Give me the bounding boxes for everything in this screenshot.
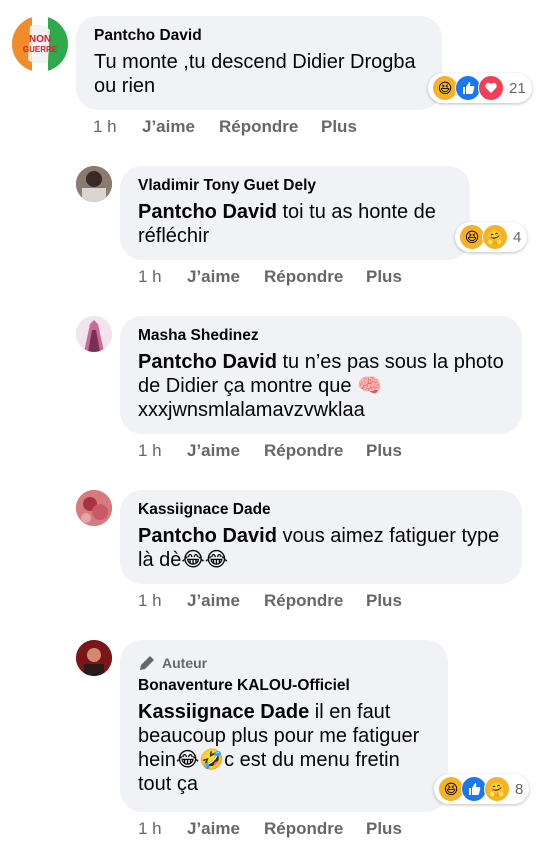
- avatar-image: [76, 166, 112, 202]
- love-icon: [478, 75, 504, 101]
- comment-author[interactable]: Masha Shedinez: [138, 326, 504, 346]
- reaction-count: 4: [513, 228, 522, 246]
- like-button[interactable]: J’aime: [187, 591, 264, 611]
- like-button[interactable]: J’aime: [187, 441, 264, 461]
- comment-text: Tu monte ,tu descend Didier Drogba ou ri…: [94, 51, 416, 97]
- comment-author[interactable]: Pantcho David: [94, 26, 424, 46]
- pencil-icon: [140, 656, 154, 670]
- comment-bubble: Pantcho David Tu monte ,tu descend Didie…: [76, 16, 442, 110]
- comment-time[interactable]: 1 h: [138, 591, 187, 611]
- avatar-image: [76, 316, 112, 352]
- more-button[interactable]: Plus: [366, 441, 402, 461]
- more-button[interactable]: Plus: [366, 591, 402, 611]
- comment-time[interactable]: 1 h: [138, 819, 187, 839]
- reply-button[interactable]: Répondre: [264, 819, 366, 839]
- avatar-label: NON: [28, 34, 52, 45]
- reaction-count: 21: [509, 79, 526, 97]
- mention-link[interactable]: Pantcho David: [138, 201, 277, 223]
- comment-actions: 1 h J’aime Répondre Plus: [138, 441, 402, 461]
- more-button[interactable]: Plus: [366, 819, 402, 839]
- care-icon: 🤗: [484, 776, 510, 802]
- comment-author[interactable]: Bonaventure KALOU-Officiel: [138, 676, 430, 696]
- reply-button[interactable]: Répondre: [264, 591, 366, 611]
- avatar[interactable]: [76, 166, 112, 202]
- mention-link[interactable]: Pantcho David: [138, 525, 277, 547]
- comment-actions: 1 h J’aime Répondre Plus: [138, 591, 402, 611]
- comment-bubble: Masha Shedinez Pantcho David tu n’es pas…: [120, 316, 522, 434]
- avatar-sublabel: GUERRE: [22, 45, 58, 54]
- mention-link[interactable]: Pantcho David: [138, 351, 277, 373]
- avatar-image: [76, 640, 112, 676]
- comment-text: Pantcho David tu n’es pas sous la photo …: [138, 350, 504, 422]
- more-button[interactable]: Plus: [366, 267, 402, 287]
- comment-time[interactable]: 1 h: [138, 267, 187, 287]
- mention-link[interactable]: Kassiignace Dade: [138, 701, 309, 723]
- comment-bubble: Vladimir Tony Guet Dely Pantcho David to…: [120, 166, 470, 260]
- comment-text: Pantcho David toi tu as honte de réfléch…: [138, 200, 452, 248]
- avatar[interactable]: NON GUERRE: [12, 16, 68, 72]
- reply-button[interactable]: Répondre: [264, 267, 366, 287]
- author-badge: Auteur: [138, 654, 430, 672]
- reaction-summary[interactable]: 😆 🤗 4: [455, 222, 528, 252]
- author-badge-label: Auteur: [162, 655, 208, 671]
- like-button[interactable]: J’aime: [187, 267, 264, 287]
- comment-bubble: Auteur Bonaventure KALOU-Officiel Kassii…: [120, 640, 448, 812]
- comment-time[interactable]: 1 h: [93, 117, 142, 137]
- comment-text: Pantcho David vous aimez fatiguer type l…: [138, 524, 504, 572]
- avatar[interactable]: [76, 316, 112, 352]
- comment-time[interactable]: 1 h: [138, 441, 187, 461]
- reaction-count: 8: [515, 780, 524, 798]
- comment-text: Kassiignace Dade il en faut beaucoup plu…: [138, 700, 430, 796]
- avatar[interactable]: [76, 640, 112, 676]
- comment-author[interactable]: Vladimir Tony Guet Dely: [138, 176, 452, 196]
- comment-author[interactable]: Kassiignace Dade: [138, 500, 504, 520]
- like-button[interactable]: J’aime: [187, 819, 264, 839]
- reply-button[interactable]: Répondre: [264, 441, 366, 461]
- avatar[interactable]: [76, 490, 112, 526]
- more-button[interactable]: Plus: [321, 117, 357, 137]
- like-button[interactable]: J’aime: [142, 117, 219, 137]
- care-icon: 🤗: [482, 224, 508, 250]
- reaction-summary[interactable]: 😆 21: [428, 73, 532, 103]
- reply-button[interactable]: Répondre: [219, 117, 321, 137]
- comment-bubble: Kassiignace Dade Pantcho David vous aime…: [120, 490, 522, 584]
- comment-actions: 1 h J’aime Répondre Plus: [93, 117, 357, 137]
- reaction-summary[interactable]: 😆 🤗 8: [434, 774, 530, 804]
- comment-actions: 1 h J’aime Répondre Plus: [138, 819, 402, 839]
- avatar-image: [76, 490, 112, 526]
- comment-actions: 1 h J’aime Répondre Plus: [138, 267, 402, 287]
